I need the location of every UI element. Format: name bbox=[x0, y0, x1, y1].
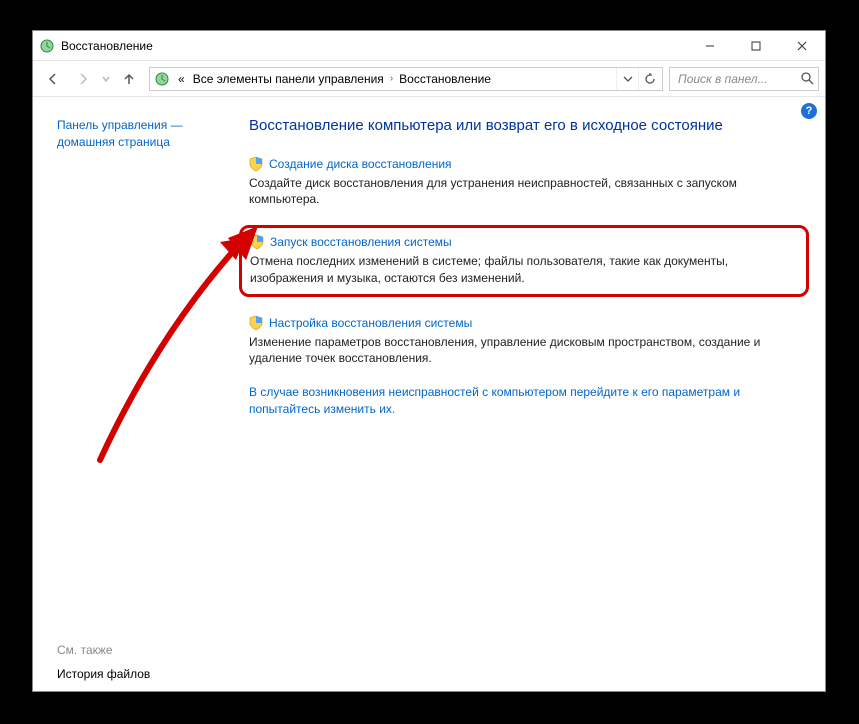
search-icon[interactable] bbox=[796, 72, 818, 85]
create-recovery-disc-desc: Создайте диск восстановления для устране… bbox=[249, 175, 803, 207]
address-history-dropdown[interactable] bbox=[616, 68, 638, 90]
up-button[interactable] bbox=[115, 65, 143, 93]
recovery-option-system-restore: Запуск восстановления системы Отмена пос… bbox=[239, 225, 809, 296]
navigation-bar: « Все элементы панели управления › Восст… bbox=[33, 61, 825, 97]
file-history-link[interactable]: История файлов bbox=[57, 667, 223, 681]
breadcrumb-segment-1[interactable]: Все элементы панели управления bbox=[189, 68, 388, 90]
close-button[interactable] bbox=[779, 31, 825, 60]
window-controls bbox=[687, 31, 825, 60]
titlebar: Восстановление bbox=[33, 31, 825, 61]
create-recovery-disc-link[interactable]: Создание диска восстановления bbox=[269, 157, 452, 171]
sidebar: Панель управления — домашняя страница См… bbox=[33, 97, 233, 691]
main-content: ? Восстановление компьютера или возврат … bbox=[233, 97, 825, 691]
shield-icon bbox=[249, 156, 263, 172]
window-title: Восстановление bbox=[61, 39, 153, 53]
breadcrumb-separator-icon: › bbox=[388, 73, 395, 84]
recovery-app-icon bbox=[39, 38, 55, 54]
control-panel-window: Восстановление « Все элементы панели упр… bbox=[32, 30, 826, 692]
search-box[interactable] bbox=[669, 67, 819, 91]
see-also-label: См. также bbox=[57, 643, 223, 657]
content-body: Панель управления — домашняя страница См… bbox=[33, 97, 825, 691]
refresh-button[interactable] bbox=[638, 68, 660, 90]
control-panel-home-link[interactable]: Панель управления — домашняя страница bbox=[57, 117, 223, 151]
address-bar[interactable]: « Все элементы панели управления › Восст… bbox=[149, 67, 663, 91]
shield-icon bbox=[249, 315, 263, 331]
search-input[interactable] bbox=[676, 71, 796, 87]
recovery-location-icon bbox=[154, 71, 170, 87]
maximize-button[interactable] bbox=[733, 31, 779, 60]
configure-restore-desc: Изменение параметров восстановления, упр… bbox=[249, 334, 803, 366]
system-restore-desc: Отмена последних изменений в системе; фа… bbox=[250, 253, 796, 285]
configure-restore-link[interactable]: Настройка восстановления системы bbox=[269, 316, 472, 330]
recovery-option-configure: Настройка восстановления системы Изменен… bbox=[249, 315, 803, 366]
breadcrumb-segment-2[interactable]: Восстановление bbox=[395, 68, 495, 90]
recent-locations-dropdown[interactable] bbox=[99, 75, 113, 83]
breadcrumb-prefix: « bbox=[174, 68, 189, 90]
back-button[interactable] bbox=[39, 65, 67, 93]
minimize-button[interactable] bbox=[687, 31, 733, 60]
recovery-option-create-disc: Создание диска восстановления Создайте д… bbox=[249, 156, 803, 207]
see-also-section: См. также История файлов bbox=[57, 643, 223, 681]
system-restore-link[interactable]: Запуск восстановления системы bbox=[270, 235, 452, 249]
help-icon[interactable]: ? bbox=[801, 103, 817, 119]
shield-icon bbox=[250, 234, 264, 250]
forward-button[interactable] bbox=[69, 65, 97, 93]
page-title: Восстановление компьютера или возврат ег… bbox=[249, 117, 803, 134]
pc-settings-link[interactable]: В случае возникновения неисправностей с … bbox=[249, 384, 803, 418]
